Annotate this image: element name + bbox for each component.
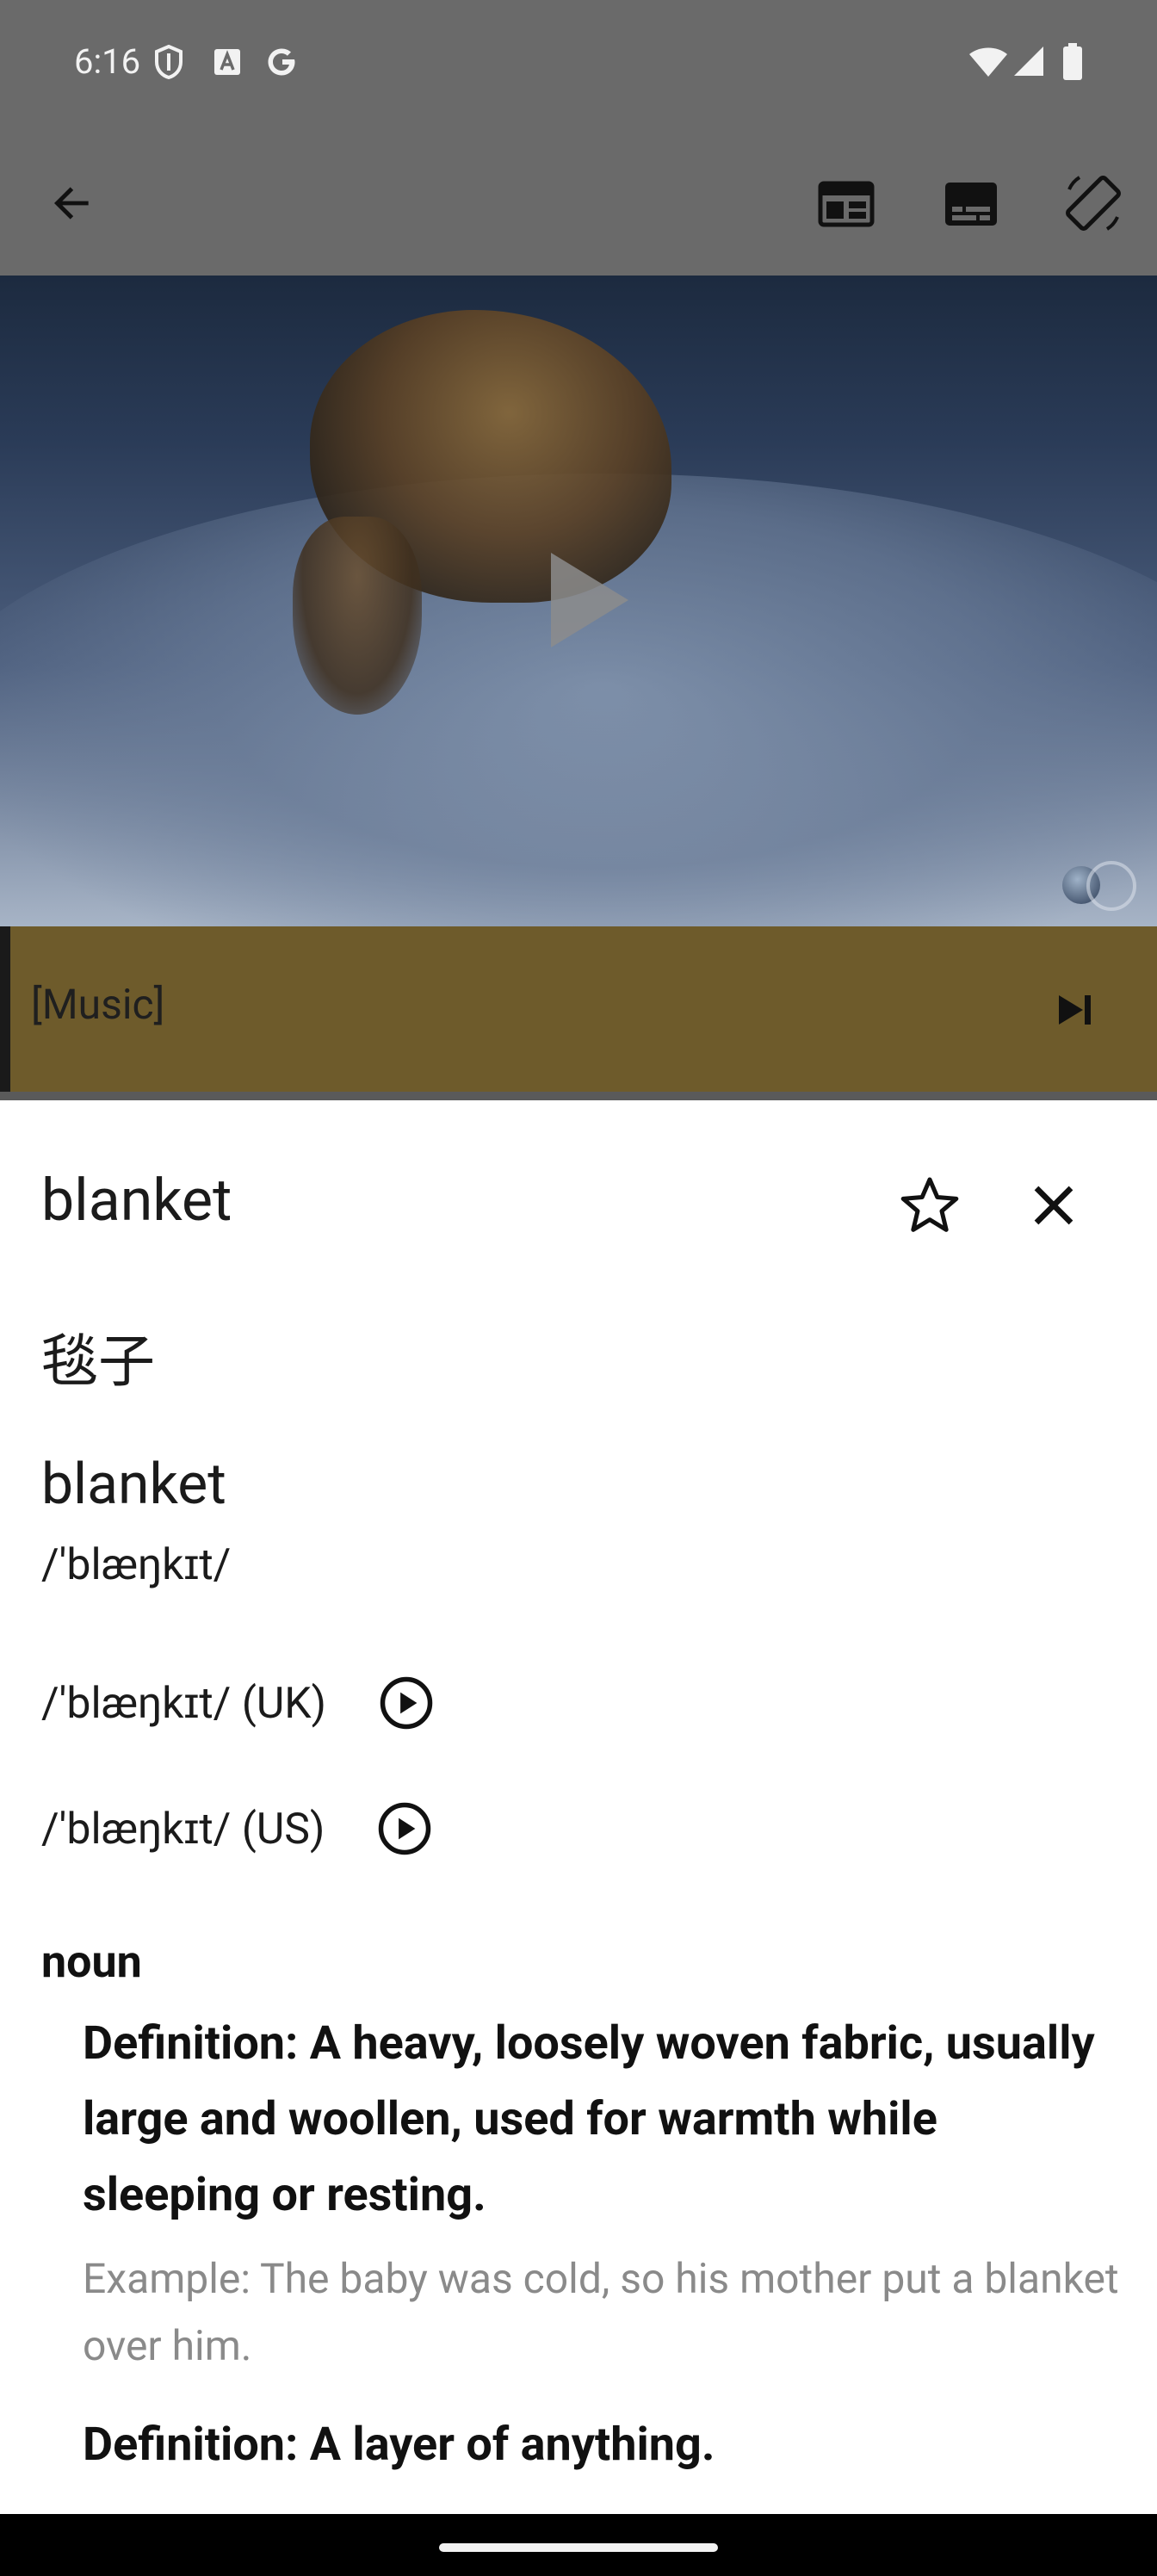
video-player[interactable] [0,276,1157,926]
caption-text[interactable]: [Music] [31,980,164,1029]
battery-icon [1062,43,1083,84]
pronunciation-label: /'blæŋkɪt/ (UK) [41,1678,327,1729]
status-bar: 6:16 [0,0,1157,129]
subtitles-icon[interactable] [944,181,999,231]
star-icon[interactable] [895,1171,964,1240]
play-circle-icon[interactable] [378,1675,435,1731]
top-app-bar [0,129,1157,276]
web-layout-icon[interactable] [818,181,875,231]
definition-text: Definition: A heavy, loosely woven fabri… [83,2016,1095,2222]
screen-rotation-icon[interactable] [1061,170,1126,239]
navigation-bar [0,2514,1157,2576]
caption-bar[interactable]: [Music] [0,926,1157,1092]
play-circle-icon[interactable] [376,1800,433,1857]
skip-next-icon[interactable] [1049,988,1100,1031]
shield-icon [153,44,184,83]
close-icon[interactable] [1019,1171,1088,1240]
entry-word: blanket [41,1452,226,1518]
text-a-icon [213,48,241,79]
part-of-speech: noun [41,1935,142,1988]
google-icon [265,45,300,83]
pronunciation-uk: /'blæŋkɪt/ (UK) [41,1669,435,1737]
example-text: Example: The baby was cold, so his mothe… [83,2254,1119,2370]
play-icon[interactable] [551,553,628,647]
definition-text: Definition: A layer of anything. [83,2418,715,2472]
status-time: 6:16 [74,41,141,82]
pronunciation-label: /'blæŋkɪt/ (US) [41,1804,325,1855]
home-handle[interactable] [439,2543,718,2552]
phonetic-text: /'blæŋkɪt/ [41,1540,232,1590]
signal-icon [1014,45,1045,81]
lookup-word: blanket [41,1166,232,1235]
dictionary-panel: blanket 毯子 blanket /'blæŋkɪt/ /'blæŋkɪt/… [0,1100,1157,2514]
arrow-back-icon[interactable] [48,179,96,231]
wifi-icon [968,46,1009,81]
pronunciation-us: /'blæŋkɪt/ (US) [41,1794,433,1863]
translation-text: 毯子 [41,1329,155,1396]
